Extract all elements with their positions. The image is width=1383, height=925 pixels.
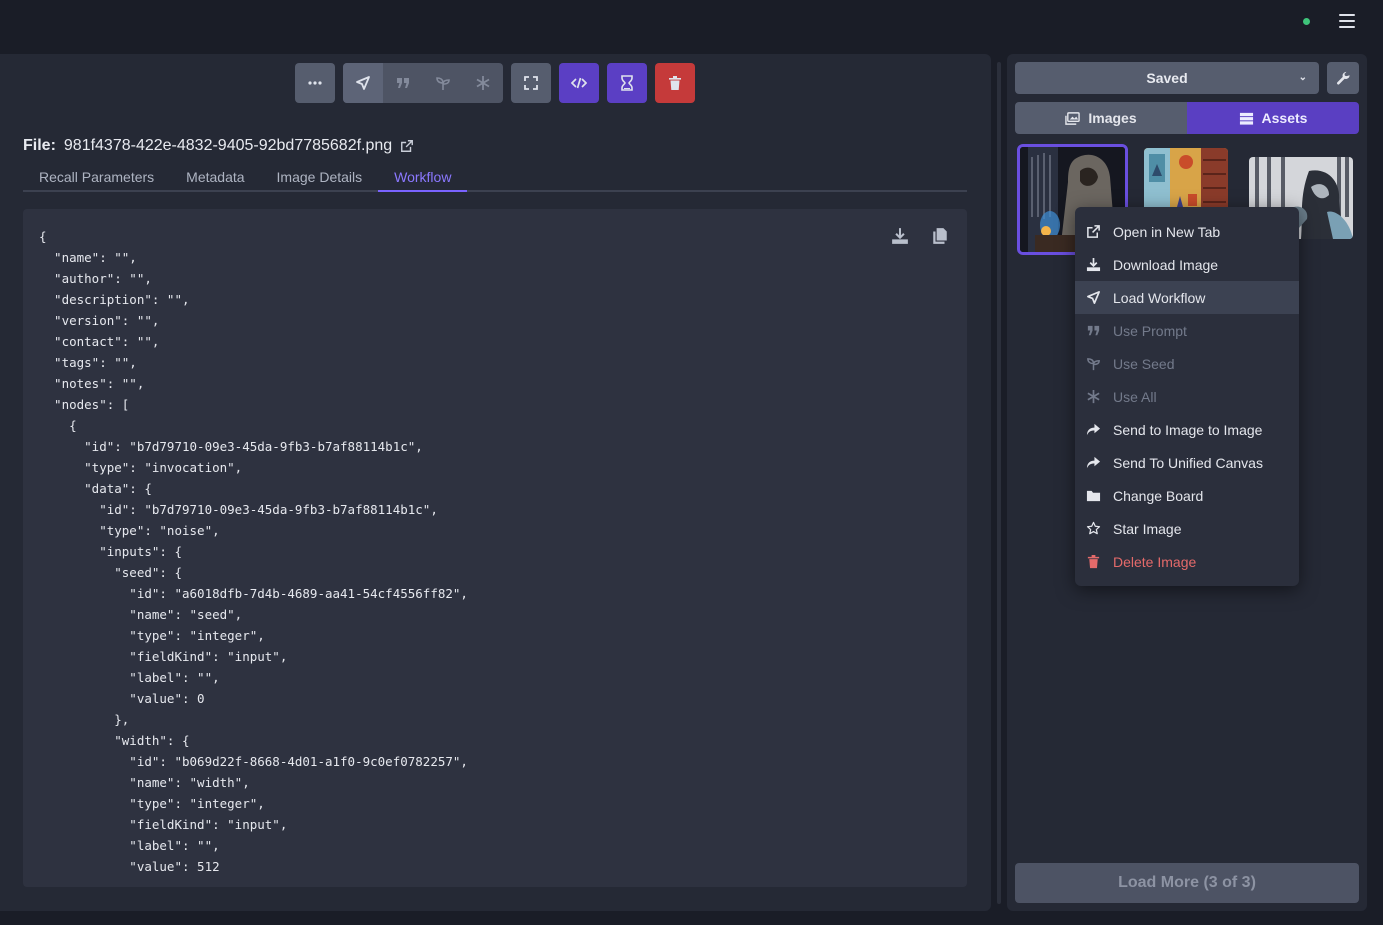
workflow-json-viewer[interactable]: { "name": "", "author": "", "description… (23, 209, 967, 887)
panel-resize-handle[interactable] (997, 62, 1001, 904)
image-context-menu: Open in New Tab Download Image Load Work… (1075, 207, 1299, 586)
more-icon (308, 81, 322, 85)
gallery-settings-button[interactable] (1327, 62, 1359, 94)
copy-icon[interactable] (931, 227, 949, 245)
trash-icon (669, 76, 681, 90)
download-icon[interactable] (891, 227, 909, 245)
image-viewer-panel: File: 981f4378-422e-4832-9405-92bd778568… (0, 54, 991, 911)
menu-item-use-seed[interactable]: Use Seed (1075, 347, 1299, 380)
file-label: File: (23, 137, 56, 154)
menu-item-change-board[interactable]: Change Board (1075, 479, 1299, 512)
menu-item-label: Download Image (1113, 256, 1219, 273)
use-prompt-button[interactable] (383, 63, 423, 103)
menu-item-label: Use Seed (1113, 355, 1175, 372)
file-name-line: File: 981f4378-422e-4832-9405-92bd778568… (23, 137, 414, 155)
delete-image-button[interactable] (655, 63, 695, 103)
seedling-icon (436, 77, 450, 90)
load-workflow-icon (1087, 291, 1100, 304)
images-tab[interactable]: Images (1015, 102, 1187, 134)
chevron-down-icon: ⌄ (1298, 72, 1307, 83)
wrench-icon (1336, 71, 1350, 85)
menu-item-delete-image[interactable]: Delete Image (1075, 545, 1299, 578)
quote-icon (397, 78, 409, 88)
workflow-json-text: { "name": "", "author": "", "description… (39, 229, 468, 874)
star-icon (1086, 521, 1101, 535)
load-workflow-icon (356, 76, 370, 90)
show-metadata-button[interactable] (559, 63, 599, 103)
menu-item-label: Star Image (1113, 520, 1182, 537)
asterisk-icon (476, 76, 490, 90)
code-actions (891, 227, 949, 245)
gallery-view-toggle: Images Assets (1015, 102, 1359, 134)
tab-workflow[interactable]: Workflow (378, 166, 468, 192)
quote-icon (1087, 325, 1100, 336)
asterisk-icon (1087, 389, 1100, 404)
menu-item-use-all[interactable]: Use All (1075, 380, 1299, 413)
trash-icon (1087, 554, 1100, 569)
menu-item-open-in-new-tab[interactable]: Open in New Tab (1075, 215, 1299, 248)
hourglass-icon (621, 75, 633, 91)
tab-image-details[interactable]: Image Details (261, 166, 379, 192)
menu-item-label: Use Prompt (1113, 322, 1187, 339)
menu-item-label: Open in New Tab (1113, 223, 1221, 240)
board-select[interactable]: Saved ⌄ (1015, 62, 1319, 94)
menu-item-label: Change Board (1113, 487, 1204, 504)
seedling-icon (1087, 358, 1100, 371)
share-icon (1086, 423, 1101, 436)
viewer-toolbar (295, 63, 695, 103)
folder-icon (1086, 490, 1101, 502)
progress-images-button[interactable] (607, 63, 647, 103)
menu-item-label: Delete Image (1113, 553, 1197, 570)
server-icon (1239, 112, 1253, 125)
load-more-button[interactable]: Load More (3 of 3) (1015, 863, 1359, 903)
menu-item-send-to-unified-canvas[interactable]: Send To Unified Canvas (1075, 446, 1299, 479)
recall-button-group (343, 63, 503, 103)
menu-item-label: Load Workflow (1113, 289, 1206, 306)
assets-tab[interactable]: Assets (1187, 102, 1359, 134)
menu-item-load-workflow[interactable]: Load Workflow (1075, 281, 1299, 314)
external-link-icon (1087, 225, 1100, 238)
board-select-value: Saved (1146, 70, 1188, 86)
images-icon (1065, 111, 1081, 125)
images-tab-label: Images (1088, 110, 1137, 126)
tab-metadata[interactable]: Metadata (170, 166, 260, 192)
external-link-icon[interactable] (400, 139, 414, 153)
fullscreen-button[interactable] (511, 63, 551, 103)
tab-recall-parameters[interactable]: Recall Parameters (23, 166, 170, 192)
menu-item-send-to-image-to-image[interactable]: Send to Image to Image (1075, 413, 1299, 446)
expand-icon (524, 76, 538, 90)
menu-item-label: Send to Image to Image (1113, 421, 1263, 438)
menu-item-star-image[interactable]: Star Image (1075, 512, 1299, 545)
use-all-button[interactable] (463, 63, 503, 103)
metadata-tabs: Recall Parameters Metadata Image Details… (23, 166, 967, 192)
load-workflow-button[interactable] (343, 63, 383, 103)
more-button[interactable] (295, 63, 335, 103)
menu-icon[interactable] (1339, 14, 1355, 30)
assets-tab-label: Assets (1261, 110, 1308, 126)
menu-item-use-prompt[interactable]: Use Prompt (1075, 314, 1299, 347)
menu-item-download-image[interactable]: Download Image (1075, 248, 1299, 281)
use-seed-button[interactable] (423, 63, 463, 103)
menu-item-label: Send To Unified Canvas (1113, 454, 1263, 471)
status-indicator (1303, 18, 1310, 25)
menu-item-label: Use All (1113, 388, 1157, 405)
file-name: 981f4378-422e-4832-9405-92bd7785682f.png (63, 137, 393, 154)
share-icon (1086, 456, 1101, 469)
code-icon (571, 77, 587, 89)
top-bar (0, 0, 1383, 54)
download-icon (1086, 257, 1101, 272)
